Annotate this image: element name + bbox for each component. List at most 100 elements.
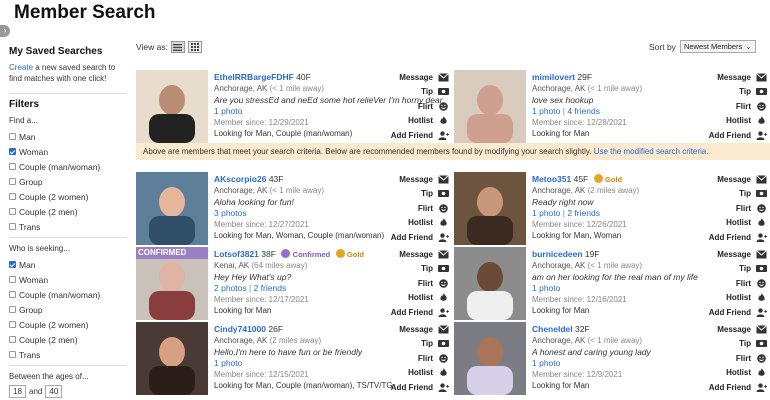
message-button[interactable]: Message xyxy=(687,247,767,262)
member-photo[interactable] xyxy=(136,70,208,143)
photos-link[interactable]: 2 photos xyxy=(214,283,247,293)
hotlist-button[interactable]: Hotlist xyxy=(369,216,449,231)
find-checkbox[interactable] xyxy=(9,148,16,155)
find-option[interactable]: Trans xyxy=(9,219,127,234)
hotlist-button[interactable]: Hotlist xyxy=(369,291,449,306)
seeking-checkbox[interactable] xyxy=(9,351,16,358)
member-photo[interactable] xyxy=(136,172,208,245)
list-view-button[interactable] xyxy=(170,41,185,53)
create-saved-search-link[interactable]: Create xyxy=(9,63,33,72)
add-friend-button[interactable]: Add Friend xyxy=(369,230,449,245)
member-username[interactable]: AKscorpio26 xyxy=(214,174,266,184)
add-friend-button[interactable]: Add Friend xyxy=(687,305,767,320)
find-option[interactable]: Couple (2 men) xyxy=(9,204,127,219)
photos-link[interactable]: 3 photos xyxy=(214,208,247,218)
seeking-option[interactable]: Couple (2 men) xyxy=(9,332,127,347)
tip-button[interactable]: Tip xyxy=(687,187,767,202)
sidebar-collapse-handle[interactable]: › xyxy=(0,25,10,37)
find-option[interactable]: Man xyxy=(9,129,127,144)
seeking-option[interactable]: Couple (2 women) xyxy=(9,317,127,332)
member-username[interactable]: Lotsof3821 xyxy=(214,249,259,259)
member-photo[interactable] xyxy=(454,70,526,143)
photos-link[interactable]: 1 photo xyxy=(532,106,560,116)
hotlist-button[interactable]: Hotlist xyxy=(687,114,767,129)
photos-link[interactable]: 1 photo xyxy=(532,358,560,368)
modified-criteria-link[interactable]: Use the modified search criteria. xyxy=(594,147,709,156)
grid-view-button[interactable] xyxy=(187,41,202,53)
add-friend-button[interactable]: Add Friend xyxy=(687,230,767,245)
seeking-option[interactable]: Group xyxy=(9,302,127,317)
member-username[interactable]: burnicedeen xyxy=(532,249,583,259)
add-friend-button[interactable]: Add Friend xyxy=(687,128,767,143)
tip-button[interactable]: Tip xyxy=(687,85,767,100)
seeking-option[interactable]: Man xyxy=(9,257,127,272)
age-max-input[interactable]: 40 xyxy=(45,385,63,398)
find-option[interactable]: Woman xyxy=(9,144,127,159)
find-option[interactable]: Couple (2 women) xyxy=(9,189,127,204)
seeking-option[interactable]: Trans xyxy=(9,347,127,362)
member-username[interactable]: Metoo351 xyxy=(532,174,571,184)
flirt-button[interactable]: Flirt xyxy=(369,351,449,366)
friends-link[interactable]: 4 friends xyxy=(567,106,600,116)
age-min-input[interactable]: 18 xyxy=(9,385,26,398)
tip-button[interactable]: Tip xyxy=(687,262,767,277)
member-username[interactable]: Cindy741000 xyxy=(214,324,266,334)
find-checkbox[interactable] xyxy=(9,223,16,230)
hotlist-button[interactable]: Hotlist xyxy=(687,291,767,306)
member-photo[interactable]: CONFIRMED xyxy=(136,247,208,320)
hotlist-button[interactable]: Hotlist xyxy=(369,114,449,129)
add-friend-button[interactable]: Add Friend xyxy=(369,380,449,395)
find-checkbox[interactable] xyxy=(9,208,16,215)
add-friend-button[interactable]: Add Friend xyxy=(369,305,449,320)
tip-button[interactable]: Tip xyxy=(369,337,449,352)
message-button[interactable]: Message xyxy=(687,70,767,85)
hotlist-button[interactable]: Hotlist xyxy=(687,366,767,381)
member-photo[interactable] xyxy=(136,322,208,395)
friends-link[interactable]: 2 friends xyxy=(567,208,600,218)
find-option[interactable]: Couple (man/woman) xyxy=(9,159,127,174)
flirt-button[interactable]: Flirt xyxy=(687,201,767,216)
flirt-button[interactable]: Flirt xyxy=(369,276,449,291)
member-photo[interactable] xyxy=(454,322,526,395)
member-username[interactable]: Cheneldel xyxy=(532,324,573,334)
message-button[interactable]: Message xyxy=(369,70,449,85)
member-photo[interactable] xyxy=(454,247,526,320)
member-username[interactable]: mimilovert xyxy=(532,72,575,82)
seeking-checkbox[interactable] xyxy=(9,276,16,283)
flirt-button[interactable]: Flirt xyxy=(687,276,767,291)
sort-select[interactable]: Newest Members ⌄ xyxy=(679,40,756,53)
find-checkbox[interactable] xyxy=(9,193,16,200)
flirt-button[interactable]: Flirt xyxy=(687,351,767,366)
message-button[interactable]: Message xyxy=(687,172,767,187)
seeking-checkbox[interactable] xyxy=(9,261,16,268)
find-checkbox[interactable] xyxy=(9,178,16,185)
message-button[interactable]: Message xyxy=(369,322,449,337)
member-photo[interactable] xyxy=(454,172,526,245)
seeking-checkbox[interactable] xyxy=(9,336,16,343)
friends-link[interactable]: 2 friends xyxy=(254,283,287,293)
flirt-button[interactable]: Flirt xyxy=(687,99,767,114)
find-option[interactable]: Group xyxy=(9,174,127,189)
message-button[interactable]: Message xyxy=(369,247,449,262)
photos-link[interactable]: 1 photo xyxy=(532,283,560,293)
flirt-button[interactable]: Flirt xyxy=(369,201,449,216)
tip-button[interactable]: Tip xyxy=(369,262,449,277)
flirt-button[interactable]: Flirt xyxy=(369,99,449,114)
message-button[interactable]: Message xyxy=(687,322,767,337)
hotlist-button[interactable]: Hotlist xyxy=(687,216,767,231)
find-checkbox[interactable] xyxy=(9,163,16,170)
tip-button[interactable]: Tip xyxy=(369,85,449,100)
seeking-checkbox[interactable] xyxy=(9,321,16,328)
photos-link[interactable]: 1 photo xyxy=(214,358,242,368)
tip-button[interactable]: Tip xyxy=(687,337,767,352)
add-friend-button[interactable]: Add Friend xyxy=(369,128,449,143)
photos-link[interactable]: 1 photo xyxy=(532,208,560,218)
find-checkbox[interactable] xyxy=(9,133,16,140)
seeking-checkbox[interactable] xyxy=(9,291,16,298)
message-button[interactable]: Message xyxy=(369,172,449,187)
hotlist-button[interactable]: Hotlist xyxy=(369,366,449,381)
seeking-checkbox[interactable] xyxy=(9,306,16,313)
add-friend-button[interactable]: Add Friend xyxy=(687,380,767,395)
member-username[interactable]: EthelRRBargeFDHF xyxy=(214,72,294,82)
photos-link[interactable]: 1 photo xyxy=(214,106,242,116)
